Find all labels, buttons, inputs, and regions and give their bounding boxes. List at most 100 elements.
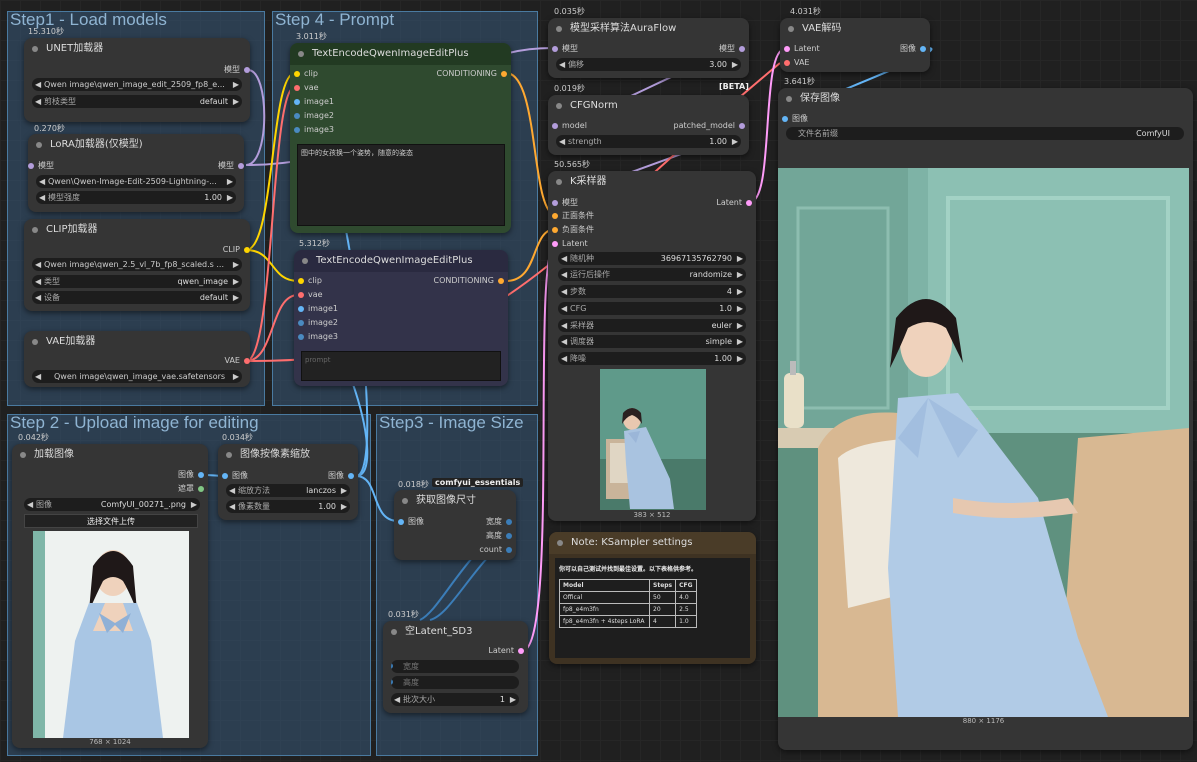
image-input[interactable]: 图像 <box>398 516 424 528</box>
arrow-right-icon[interactable]: ▶ <box>191 498 197 511</box>
text-encode-node-2[interactable]: TextEncodeQwenImageEditPlus clip vae ima… <box>294 250 508 386</box>
node-header[interactable]: 加载图像 <box>12 444 208 466</box>
image1-input[interactable]: image1 <box>294 96 334 108</box>
arrow-right-icon[interactable]: ▶ <box>233 275 239 288</box>
arrow-right-icon[interactable]: ▶ <box>233 291 239 304</box>
node-header[interactable]: LoRA加载器(仅模型) <box>28 134 244 156</box>
vae-decode-node[interactable]: VAE解码 Latent VAE 图像 <box>780 18 930 72</box>
vae-name-combo[interactable]: ◀ Qwen image\qwen_image_vae.safetensors ▶ <box>32 370 242 383</box>
arrow-right-icon[interactable]: ▶ <box>233 78 239 91</box>
arrow-right-icon[interactable]: ▶ <box>227 191 233 204</box>
image3-input[interactable]: image3 <box>294 124 334 136</box>
arrow-right-icon[interactable]: ▶ <box>737 319 743 332</box>
save-image-node[interactable]: 保存图像 图像 文件名前缀 ComfyUI 880 × 1176 <box>778 88 1193 750</box>
arrow-right-icon[interactable]: ▶ <box>732 58 738 71</box>
image-output[interactable]: 图像 <box>900 43 926 55</box>
arrow-right-icon[interactable]: ▶ <box>227 175 233 188</box>
scheduler-widget[interactable]: ◀ 调度器 simple ▶ <box>558 335 746 348</box>
get-image-size-node[interactable]: 获取图像尺寸 图像 宽度 高度 count <box>394 490 516 560</box>
arrow-left-icon[interactable]: ◀ <box>27 498 33 511</box>
collapse-dot-icon[interactable] <box>298 51 304 57</box>
arrow-left-icon[interactable]: ◀ <box>561 335 567 348</box>
arrow-right-icon[interactable]: ▶ <box>737 352 743 365</box>
weight-dtype-combo[interactable]: ◀ 剪枝类型 default ▶ <box>32 95 242 108</box>
clip-input[interactable]: clip <box>294 68 318 80</box>
arrow-left-icon[interactable]: ◀ <box>39 191 45 204</box>
collapse-dot-icon[interactable] <box>32 339 38 345</box>
model-output[interactable]: 模型 <box>218 160 244 172</box>
model-output[interactable]: 模型 <box>719 43 745 55</box>
load-image-node[interactable]: 加载图像 图像 遮罩 ◀ 图像 ComfyUI_00271_.png ▶ 选择文件上传… <box>12 444 208 748</box>
collapse-dot-icon[interactable] <box>36 142 42 148</box>
node-header[interactable]: 保存图像 <box>778 88 1193 110</box>
collapse-dot-icon[interactable] <box>556 103 562 109</box>
node-header[interactable]: 模型采样算法AuraFlow <box>548 18 749 40</box>
arrow-left-icon[interactable]: ◀ <box>35 291 41 304</box>
conditioning-output[interactable]: CONDITIONING <box>434 275 504 287</box>
arrow-left-icon[interactable]: ◀ <box>559 135 565 148</box>
height-output[interactable]: 高度 <box>486 530 512 542</box>
arrow-right-icon[interactable]: ▶ <box>737 302 743 315</box>
node-header[interactable]: TextEncodeQwenImageEditPlus <box>290 43 511 65</box>
clip-input[interactable]: clip <box>298 275 322 287</box>
arrow-right-icon[interactable]: ▶ <box>233 258 239 271</box>
conditioning-output[interactable]: CONDITIONING <box>437 68 507 80</box>
node-header[interactable]: 图像按像素缩放 <box>218 444 358 466</box>
ksampler-node[interactable]: K采样器 模型 正面条件 负面条件 Latent Latent ◀ 随机种 3696… <box>548 171 756 521</box>
cfg-widget[interactable]: ◀ CFG 1.0 ▶ <box>558 302 746 315</box>
node-header[interactable]: VAE加载器 <box>24 331 250 353</box>
vae-output[interactable]: VAE <box>225 355 250 367</box>
width-input[interactable]: 宽度 <box>391 660 519 673</box>
arrow-left-icon[interactable]: ◀ <box>561 285 567 298</box>
arrow-right-icon[interactable]: ▶ <box>737 335 743 348</box>
cfg-norm-node[interactable]: CFGNorm model patched_model ◀ strength 1.0… <box>548 95 749 155</box>
arrow-left-icon[interactable]: ◀ <box>229 484 235 497</box>
arrow-left-icon[interactable]: ◀ <box>35 95 41 108</box>
text-encode-node-1[interactable]: TextEncodeQwenImageEditPlus clip vae ima… <box>290 43 511 233</box>
strength-slider[interactable]: ◀ strength 1.00 ▶ <box>556 135 741 148</box>
samples-input[interactable]: Latent <box>784 43 820 55</box>
collapse-dot-icon[interactable] <box>786 96 792 102</box>
megapixels-slider[interactable]: ◀ 像素数量 1.00 ▶ <box>226 500 350 513</box>
node-header[interactable]: K采样器 <box>548 171 756 193</box>
vae-input[interactable]: VAE <box>784 57 810 69</box>
arrow-left-icon[interactable]: ◀ <box>35 258 41 271</box>
filename-prefix-field[interactable]: 文件名前缀 ComfyUI <box>786 127 1184 140</box>
steps-widget[interactable]: ◀ 步数 4 ▶ <box>558 285 746 298</box>
image-output[interactable]: 图像 <box>178 469 204 481</box>
latent-output[interactable]: Latent <box>488 645 524 657</box>
arrow-right-icon[interactable]: ▶ <box>233 370 239 383</box>
sampler-widget[interactable]: ◀ 采样器 euler ▶ <box>558 319 746 332</box>
lora-loader-node[interactable]: LoRA加载器(仅模型) 模型 模型 ◀ Qwen\Qwen-Image-Edit… <box>28 134 244 212</box>
collapse-dot-icon[interactable] <box>226 452 232 458</box>
arrow-right-icon[interactable]: ▶ <box>510 693 516 706</box>
collapse-dot-icon[interactable] <box>32 227 38 233</box>
denoise-widget[interactable]: ◀ 降噪 1.00 ▶ <box>558 352 746 365</box>
collapse-dot-icon[interactable] <box>556 179 562 185</box>
image3-input[interactable]: image3 <box>298 331 338 343</box>
arrow-right-icon[interactable]: ▶ <box>341 500 347 513</box>
image-scale-node[interactable]: 图像按像素缩放 图像 图像 ◀ 缩放方法 lanczos ▶ ◀ 像素数量 1.00 ▶ <box>218 444 358 520</box>
arrow-right-icon[interactable]: ▶ <box>233 95 239 108</box>
batch-size-slider[interactable]: ◀ 批次大小 1 ▶ <box>391 693 519 706</box>
arrow-left-icon[interactable]: ◀ <box>561 352 567 365</box>
note-node[interactable]: Note: KSampler settings 你可以自己测试并找到最佳设置。以… <box>549 532 756 664</box>
arrow-left-icon[interactable]: ◀ <box>559 58 565 71</box>
node-header[interactable]: 获取图像尺寸 <box>394 490 516 512</box>
image-input[interactable]: 图像 <box>222 470 248 482</box>
prompt-textarea[interactable]: prompt <box>301 351 501 381</box>
lora-name-combo[interactable]: ◀ Qwen\Qwen-Image-Edit-2509-Lightning-...… <box>36 175 236 188</box>
clip-loader-node[interactable]: CLIP加载器 CLIP ◀ Qwen image\qwen_2.5_vl_7b_… <box>24 219 250 311</box>
vae-input[interactable]: vae <box>298 289 323 301</box>
collapse-dot-icon[interactable] <box>391 629 397 635</box>
arrow-right-icon[interactable]: ▶ <box>341 484 347 497</box>
image-output[interactable]: 图像 <box>328 470 354 482</box>
arrow-right-icon[interactable]: ▶ <box>737 268 743 281</box>
collapse-dot-icon[interactable] <box>32 46 38 52</box>
model-input[interactable]: model <box>552 120 587 132</box>
latent-input[interactable]: Latent <box>552 238 588 250</box>
empty-latent-node[interactable]: 空Latent_SD3 Latent 宽度 高度 ◀ 批次大小 1 ▶ <box>383 621 528 713</box>
arrow-left-icon[interactable]: ◀ <box>35 275 41 288</box>
width-output[interactable]: 宽度 <box>486 516 512 528</box>
images-input[interactable]: 图像 <box>782 113 808 125</box>
